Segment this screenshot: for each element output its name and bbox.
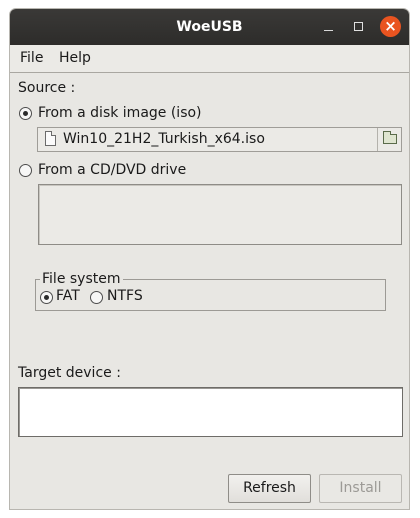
woeusb-window: WoeUSB × File Help Source : From a disk … [9,8,410,510]
target-device-label: Target device : [18,365,121,381]
source-label: Source : [18,80,76,96]
fat-label[interactable]: FAT [56,288,80,304]
filesystem-group: File system FAT NTFS [35,271,386,311]
cd-drive-radio[interactable] [19,164,32,177]
browse-iso-button[interactable] [377,128,401,151]
iso-path-value: Win10_21H2_Turkish_x64.iso [63,131,265,147]
iso-path-field[interactable]: Win10_21H2_Turkish_x64.iso [37,127,402,152]
close-icon[interactable]: × [380,16,401,37]
menu-bar: File Help [10,45,409,73]
ntfs-label[interactable]: NTFS [107,288,143,304]
title-bar[interactable]: WoeUSB × [10,9,409,45]
target-device-list[interactable] [18,387,403,437]
fat-radio[interactable] [40,291,53,304]
cd-drive-option-label[interactable]: From a CD/DVD drive [38,162,186,178]
maximize-icon[interactable] [349,17,369,37]
menu-help[interactable]: Help [59,50,91,66]
filesystem-legend: File system [40,271,123,287]
disk-image-option-label[interactable]: From a disk image (iso) [38,105,202,121]
install-button[interactable]: Install [319,474,402,503]
cd-drive-list[interactable] [38,184,402,245]
folder-open-icon [383,131,397,144]
file-icon [45,131,56,146]
refresh-button[interactable]: Refresh [228,474,311,503]
ntfs-radio[interactable] [90,291,103,304]
disk-image-radio[interactable] [19,107,32,120]
minimize-icon[interactable] [319,17,339,37]
menu-file[interactable]: File [20,50,43,66]
